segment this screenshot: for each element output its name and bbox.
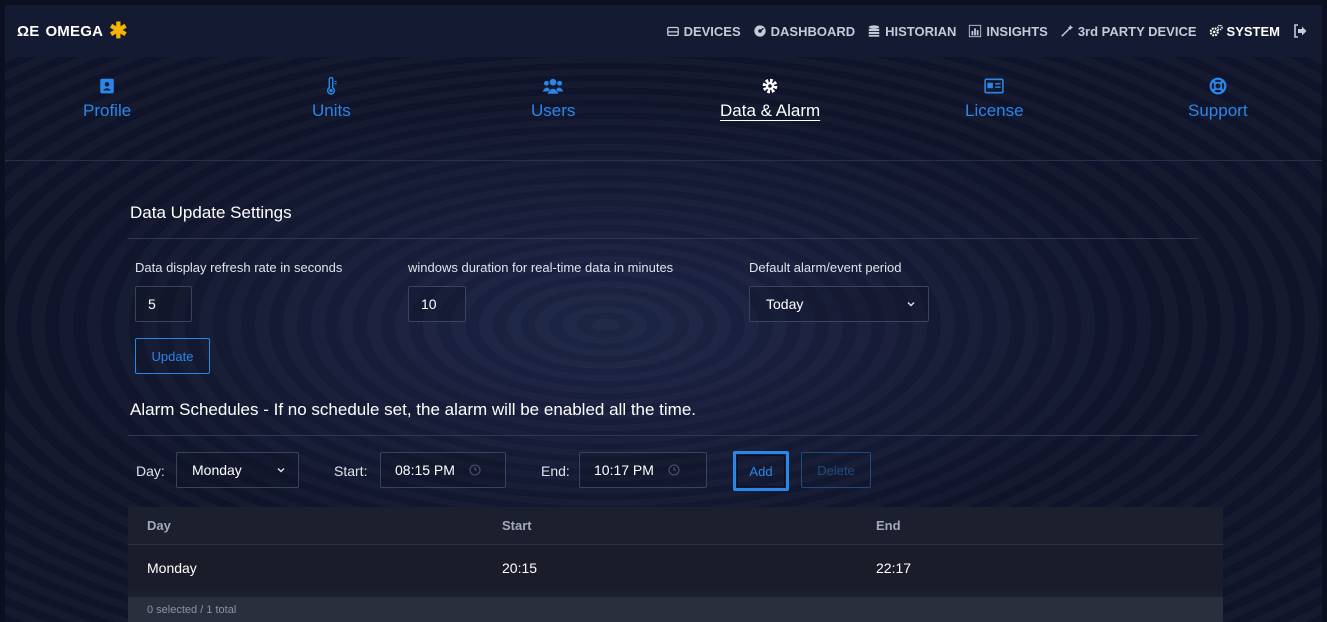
- column-header-start[interactable]: Start: [502, 518, 532, 533]
- start-time-input[interactable]: 08:15 PM: [380, 452, 506, 488]
- cell-start: 20:15: [502, 560, 538, 576]
- data-alarm-panel: Data Update Settings Data display refres…: [5, 5, 1322, 622]
- window-duration-label: windows duration for real-time data in m…: [408, 260, 674, 275]
- divider: [128, 435, 1198, 436]
- window-duration-input[interactable]: 10: [408, 286, 466, 322]
- alarm-period-select[interactable]: Today: [749, 286, 929, 322]
- day-value: Monday: [192, 462, 242, 478]
- refresh-rate-value: 5: [148, 296, 156, 312]
- table-footer: 0 selected / 1 total: [128, 597, 1223, 622]
- chevron-down-icon: [277, 468, 285, 473]
- column-header-end[interactable]: End: [876, 518, 901, 533]
- column-header-day[interactable]: Day: [147, 518, 171, 533]
- delete-button[interactable]: Delete: [801, 452, 871, 488]
- start-label: Start:: [334, 463, 368, 479]
- cell-end: 22:17: [876, 560, 912, 576]
- data-update-title: Data Update Settings: [130, 203, 292, 222]
- app-frame: ΩΕ OMEGA ✱ DEVICES DASHBOARD HISTORIAN I…: [5, 5, 1322, 622]
- end-time-input[interactable]: 10:17 PM: [579, 452, 707, 488]
- table-header: Day Start End: [128, 507, 1223, 545]
- alarm-period-value: Today: [766, 296, 804, 312]
- alarm-schedule-table: Day Start End Monday 20:15 22:17 0 selec…: [128, 507, 1223, 622]
- refresh-rate-label: Data display refresh rate in seconds: [135, 260, 343, 275]
- selection-count: 0 selected / 1 total: [147, 603, 237, 616]
- chevron-down-icon: [907, 302, 915, 307]
- start-time-value: 08:15 PM: [395, 462, 455, 478]
- alarm-schedules-title: Alarm Schedules - If no schedule set, th…: [130, 400, 697, 419]
- add-button[interactable]: Add: [733, 451, 789, 491]
- cell-day: Monday: [147, 560, 197, 576]
- clock-icon[interactable]: [668, 464, 680, 476]
- day-label: Day:: [136, 463, 165, 479]
- end-label: End:: [541, 463, 570, 479]
- update-button[interactable]: Update: [135, 338, 210, 374]
- divider: [128, 238, 1198, 239]
- window-duration-value: 10: [421, 296, 437, 312]
- clock-icon[interactable]: [469, 464, 481, 476]
- day-select[interactable]: Monday: [176, 452, 299, 488]
- table-row[interactable]: Monday 20:15 22:17: [128, 545, 1223, 591]
- refresh-rate-input[interactable]: 5: [135, 286, 192, 322]
- alarm-period-label: Default alarm/event period: [749, 260, 902, 275]
- end-time-value: 10:17 PM: [594, 462, 654, 478]
